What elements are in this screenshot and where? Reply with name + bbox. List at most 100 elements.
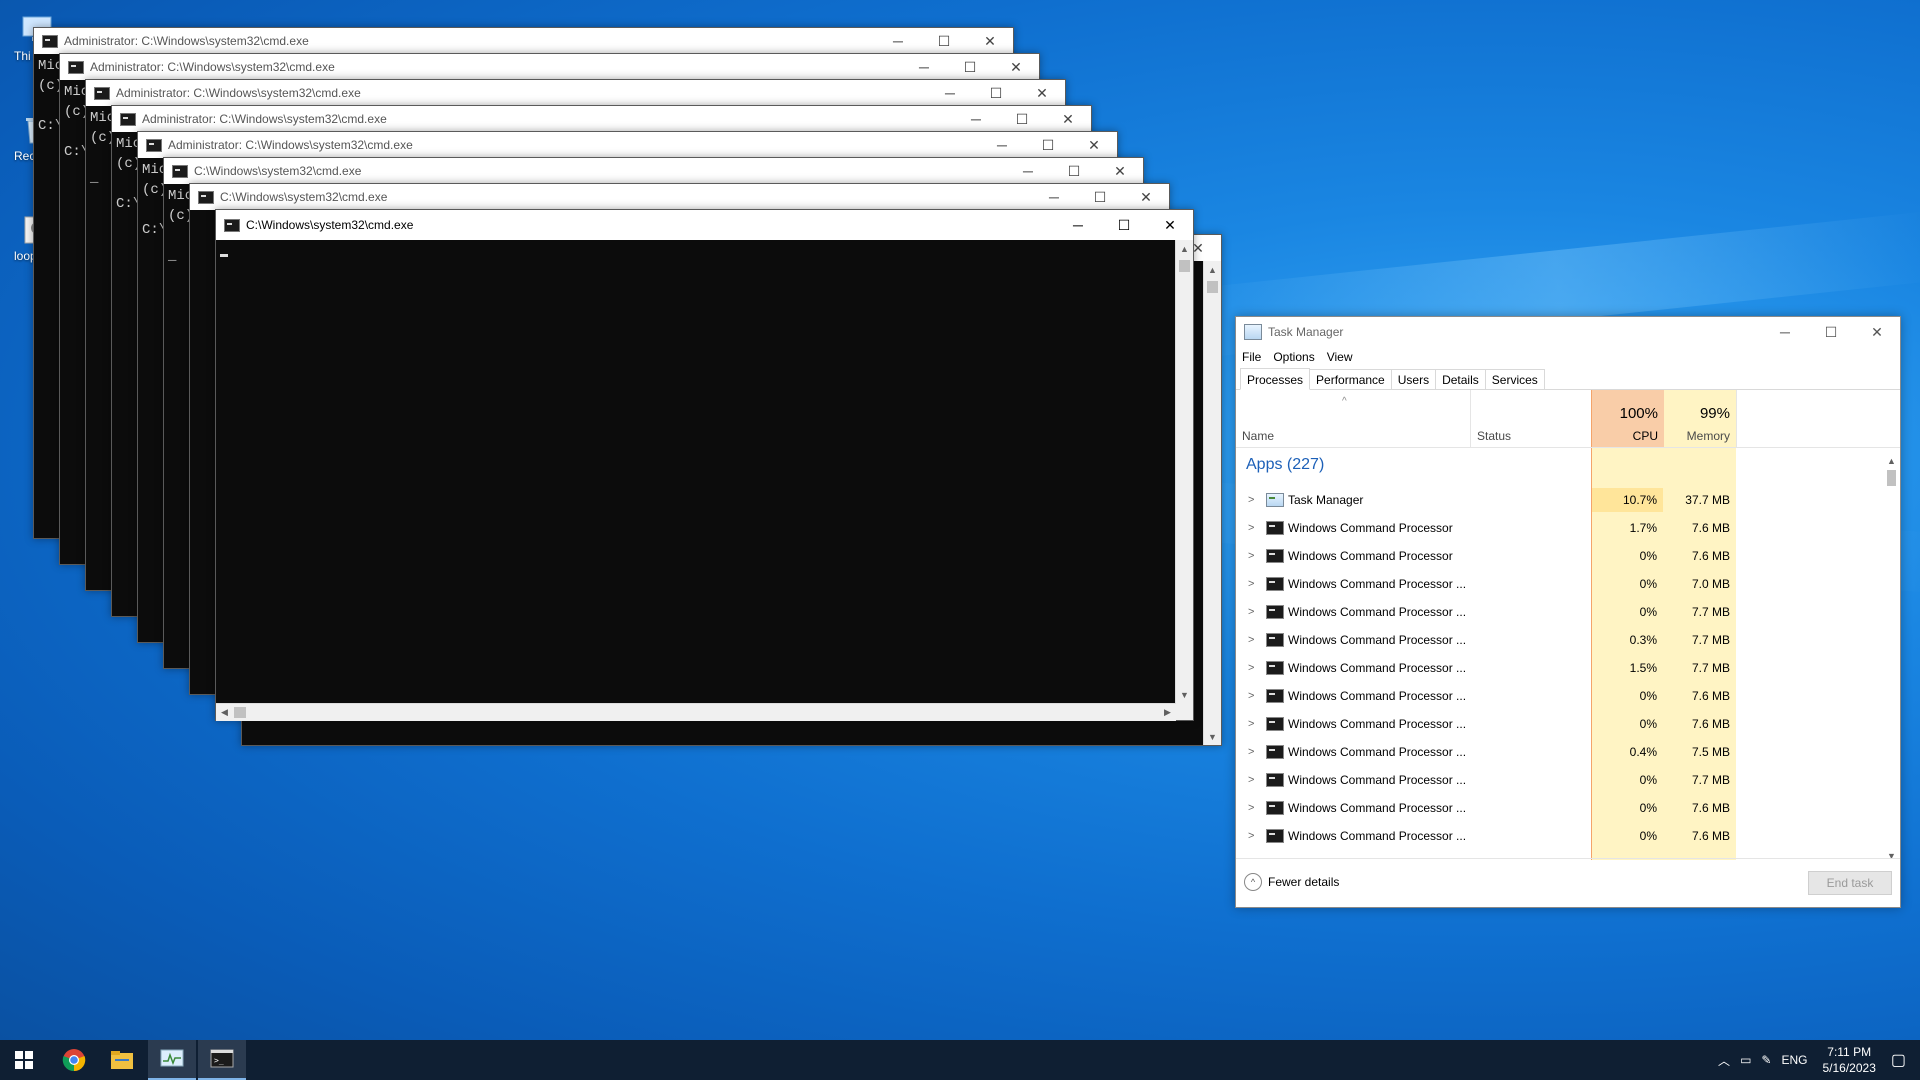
minimize-icon[interactable]: ─ bbox=[953, 106, 999, 132]
minimize-icon[interactable]: ─ bbox=[875, 28, 921, 54]
maximize-icon[interactable]: ☐ bbox=[1101, 210, 1147, 240]
minimize-icon[interactable]: ─ bbox=[1031, 184, 1077, 210]
horizontal-scrollbar[interactable]: ◀ ▶ bbox=[216, 703, 1176, 721]
process-row[interactable]: > Windows Command Processor ... 0% 7.6 MB bbox=[1236, 682, 1876, 710]
chevron-right-icon[interactable]: > bbox=[1248, 550, 1254, 562]
process-row[interactable]: > Windows Command Processor 0% 7.6 MB bbox=[1236, 542, 1876, 570]
maximize-icon[interactable]: ☐ bbox=[973, 80, 1019, 106]
process-row[interactable]: > Task Manager 10.7% 37.7 MB bbox=[1236, 486, 1876, 514]
scroll-thumb[interactable] bbox=[234, 707, 246, 718]
menu-view[interactable]: View bbox=[1327, 347, 1353, 367]
maximize-icon[interactable]: ☐ bbox=[999, 106, 1045, 132]
show-hidden-icons-icon[interactable]: ︿ bbox=[1718, 1052, 1730, 1069]
process-row[interactable]: > Windows Command Processor ... 0% 7.6 MB bbox=[1236, 822, 1876, 850]
process-row[interactable]: > Windows Command Processor ... 0% 7.6 MB bbox=[1236, 794, 1876, 822]
cmd-titlebar[interactable]: Administrator: C:\Windows\system32\cmd.e… bbox=[138, 132, 1117, 158]
close-icon[interactable]: ✕ bbox=[1019, 80, 1065, 106]
tab-services[interactable]: Services bbox=[1484, 369, 1545, 389]
close-icon[interactable]: ✕ bbox=[1045, 106, 1091, 132]
action-center-icon[interactable]: ▢ bbox=[1891, 1050, 1906, 1070]
chevron-right-icon[interactable]: > bbox=[1248, 634, 1254, 646]
task-manager-titlebar[interactable]: Task Manager ─ ☐ ✕ bbox=[1236, 317, 1900, 347]
chevron-right-icon[interactable]: > bbox=[1248, 690, 1254, 702]
clock[interactable]: 7:11 PM 5/16/2023 bbox=[1822, 1044, 1875, 1076]
minimize-icon[interactable]: ─ bbox=[927, 80, 973, 106]
task-manager-window[interactable]: Task Manager ─ ☐ ✕ File Options View Proce… bbox=[1235, 316, 1901, 908]
chevron-right-icon[interactable]: > bbox=[1248, 606, 1254, 618]
process-row[interactable]: > Windows Command Processor 1.7% 7.6 MB bbox=[1236, 514, 1876, 542]
vertical-scrollbar[interactable]: ▲ ▼ bbox=[1883, 452, 1900, 864]
close-icon[interactable]: ✕ bbox=[993, 54, 1039, 80]
taskbar-file-explorer[interactable] bbox=[98, 1040, 146, 1080]
chevron-right-icon[interactable]: > bbox=[1248, 494, 1254, 506]
maximize-icon[interactable]: ☐ bbox=[947, 54, 993, 80]
cmd-titlebar[interactable]: Administrator: C:\Windows\system32\cmd.e… bbox=[112, 106, 1091, 132]
taskbar-chrome[interactable] bbox=[50, 1040, 98, 1080]
chevron-right-icon[interactable]: > bbox=[1248, 830, 1254, 842]
maximize-icon[interactable]: ☐ bbox=[921, 28, 967, 54]
cmd-titlebar[interactable]: C:\Windows\system32\cmd.exe ─ ☐ ✕ bbox=[216, 210, 1193, 240]
scroll-up-icon[interactable]: ▲ bbox=[1176, 240, 1193, 257]
column-name[interactable]: ^ Name bbox=[1236, 390, 1470, 447]
close-icon[interactable]: ✕ bbox=[1123, 184, 1169, 210]
chevron-right-icon[interactable]: > bbox=[1248, 746, 1254, 758]
pen-icon[interactable]: ✎ bbox=[1761, 1053, 1771, 1067]
process-row[interactable]: > Windows Command Processor ... 0.3% 7.7 MB bbox=[1236, 626, 1876, 654]
console-output[interactable] bbox=[216, 240, 1193, 684]
cmd-titlebar[interactable]: C:\Windows\system32\cmd.exe ─ ☐ ✕ bbox=[190, 184, 1169, 210]
cmd-titlebar[interactable]: Administrator: C:\Windows\system32\cmd.e… bbox=[86, 80, 1065, 106]
close-icon[interactable]: ✕ bbox=[1854, 317, 1900, 347]
scroll-thumb[interactable] bbox=[1207, 281, 1218, 293]
maximize-icon[interactable]: ☐ bbox=[1077, 184, 1123, 210]
language-indicator[interactable]: ENG bbox=[1781, 1053, 1807, 1067]
minimize-icon[interactable]: ─ bbox=[1005, 158, 1051, 184]
scroll-left-icon[interactable]: ◀ bbox=[216, 704, 233, 721]
scroll-down-icon[interactable]: ▼ bbox=[1176, 686, 1193, 703]
chevron-right-icon[interactable]: > bbox=[1248, 774, 1254, 786]
tab-users[interactable]: Users bbox=[1390, 369, 1437, 389]
cmd-titlebar[interactable]: Administrator: C:\Windows\system32\cmd.e… bbox=[60, 54, 1039, 80]
scroll-up-icon[interactable]: ▲ bbox=[1883, 452, 1900, 469]
scroll-up-icon[interactable]: ▲ bbox=[1204, 261, 1221, 278]
close-icon[interactable]: ✕ bbox=[1147, 210, 1193, 240]
vertical-scrollbar[interactable]: ▲ ▼ bbox=[1203, 261, 1221, 745]
taskbar-cmd[interactable]: >_ bbox=[198, 1040, 246, 1080]
taskbar-task-manager[interactable] bbox=[148, 1040, 196, 1080]
process-list[interactable]: Apps (227) > Task Manager 10.7% 37.7 MB > Wi… bbox=[1236, 448, 1900, 860]
close-icon[interactable]: ✕ bbox=[1097, 158, 1143, 184]
close-icon[interactable]: ✕ bbox=[967, 28, 1013, 54]
column-memory[interactable]: 99% Memory bbox=[1664, 390, 1737, 447]
scroll-thumb[interactable] bbox=[1179, 260, 1190, 272]
tab-processes[interactable]: Processes bbox=[1240, 368, 1311, 390]
chevron-right-icon[interactable]: > bbox=[1248, 522, 1254, 534]
group-header-apps[interactable]: Apps (227) bbox=[1246, 456, 1324, 474]
column-cpu[interactable]: 100% CPU bbox=[1591, 390, 1665, 447]
scroll-down-icon[interactable]: ▼ bbox=[1204, 728, 1221, 745]
minimize-icon[interactable]: ─ bbox=[1762, 317, 1808, 347]
cmd-titlebar[interactable]: Administrator: C:\Windows\system32\cmd.e… bbox=[34, 28, 1013, 54]
minimize-icon[interactable]: ─ bbox=[1055, 210, 1101, 240]
scroll-right-icon[interactable]: ▶ bbox=[1159, 704, 1176, 721]
cmd-window-active[interactable]: C:\Windows\system32\cmd.exe ─ ☐ ✕ ▲ ▼ ◀ ▶ bbox=[215, 209, 1194, 721]
chevron-right-icon[interactable]: > bbox=[1248, 578, 1254, 590]
close-icon[interactable]: ✕ bbox=[1071, 132, 1117, 158]
chevron-right-icon[interactable]: > bbox=[1248, 802, 1254, 814]
process-row[interactable]: > Windows Command Processor ... 1.5% 7.7 MB bbox=[1236, 654, 1876, 682]
minimize-icon[interactable]: ─ bbox=[979, 132, 1025, 158]
process-row[interactable]: > Windows Command Processor ... 0% 7.0 MB bbox=[1236, 570, 1876, 598]
chevron-right-icon[interactable]: > bbox=[1248, 718, 1254, 730]
start-button[interactable] bbox=[0, 1040, 48, 1080]
column-status[interactable]: Status bbox=[1470, 390, 1591, 447]
maximize-icon[interactable]: ☐ bbox=[1808, 317, 1854, 347]
process-row[interactable]: > Windows Command Processor ... 0% 7.7 MB bbox=[1236, 598, 1876, 626]
vertical-scrollbar[interactable]: ▲ ▼ bbox=[1175, 240, 1193, 703]
tab-performance[interactable]: Performance bbox=[1309, 369, 1392, 389]
chevron-right-icon[interactable]: > bbox=[1248, 662, 1254, 674]
tab-details[interactable]: Details bbox=[1435, 369, 1486, 389]
cmd-titlebar[interactable]: C:\Windows\system32\cmd.exe ─ ☐ ✕ bbox=[164, 158, 1143, 184]
scroll-thumb[interactable] bbox=[1887, 470, 1896, 486]
process-row[interactable]: > Windows Command Processor ... 0.4% 7.5 MB bbox=[1236, 738, 1876, 766]
minimize-icon[interactable]: ─ bbox=[901, 54, 947, 80]
menu-options[interactable]: Options bbox=[1273, 347, 1314, 367]
end-task-button[interactable]: End task bbox=[1808, 871, 1892, 895]
